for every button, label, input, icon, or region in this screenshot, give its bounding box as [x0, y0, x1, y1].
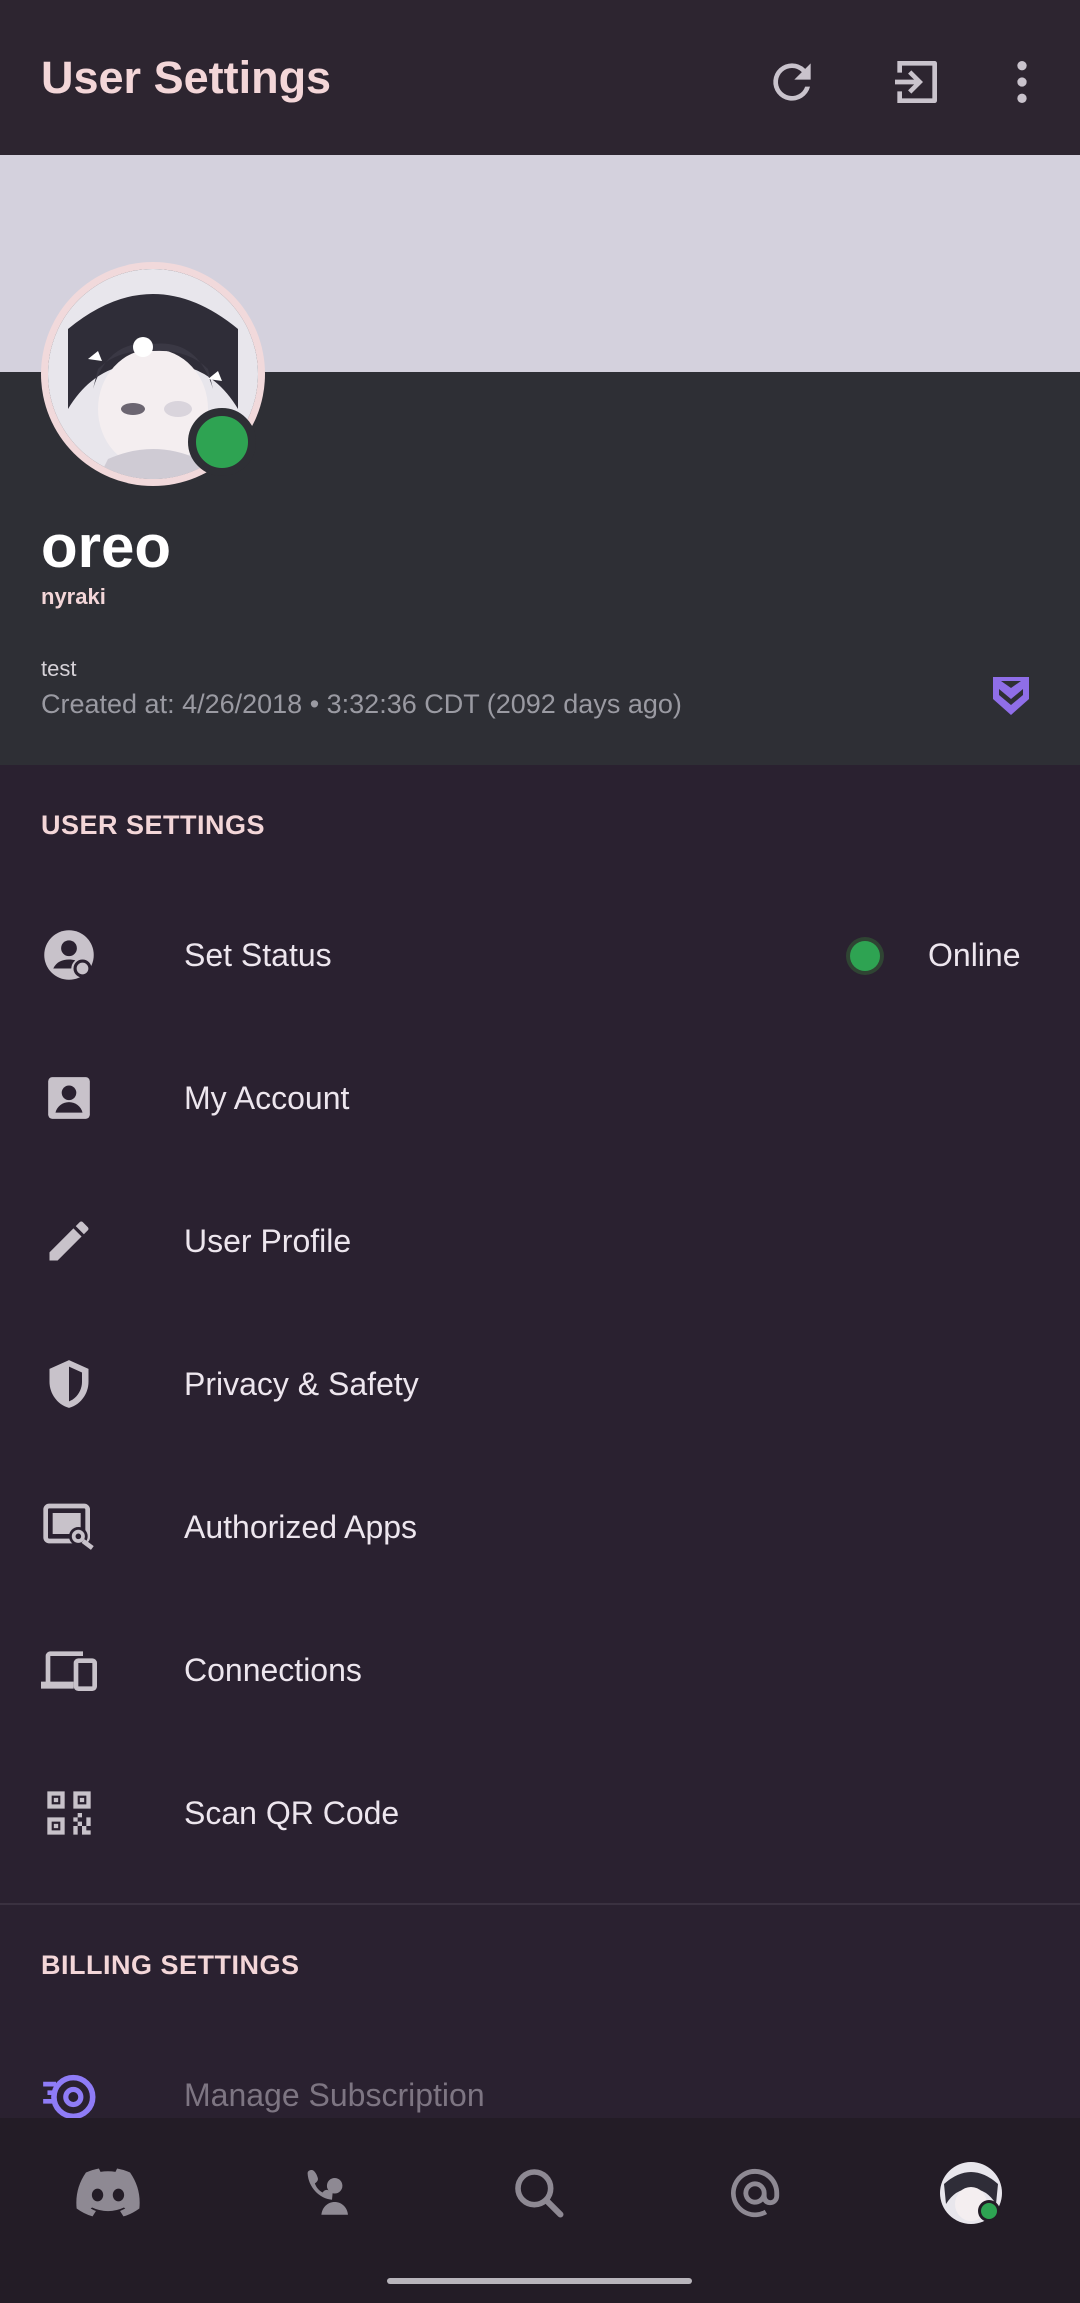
- connections-row[interactable]: Connections: [0, 1598, 1080, 1741]
- connections-label: Connections: [184, 1652, 362, 1688]
- bio-text: test: [41, 656, 77, 681]
- profile-avatar[interactable]: [936, 2158, 1006, 2228]
- online-status-indicator: [188, 408, 256, 476]
- more-vert-icon[interactable]: [990, 50, 1054, 114]
- app-header: User Settings: [0, 0, 1080, 155]
- home-indicator[interactable]: [387, 2278, 692, 2284]
- manage-subscription-label: Manage Subscription: [184, 2077, 485, 2113]
- mentions-icon[interactable]: [720, 2158, 790, 2228]
- user-profile-row[interactable]: User Profile: [0, 1169, 1080, 1312]
- set-status-row[interactable]: Set Status Online: [0, 883, 1080, 1026]
- display-name: oreo: [41, 513, 172, 580]
- status-value: Online: [928, 937, 1021, 973]
- search-icon[interactable]: [504, 2158, 574, 2228]
- authorized-apps-label: Authorized Apps: [184, 1509, 418, 1545]
- online-dot-icon: [850, 941, 880, 971]
- billing-settings-heading: BILLING SETTINGS: [41, 1950, 300, 1980]
- account-created-text: Created at: 4/26/2018 • 3:32:36 CDT (209…: [41, 689, 682, 719]
- shield-icon: [41, 1356, 97, 1412]
- scan-qr-label: Scan QR Code: [184, 1795, 400, 1831]
- authorized-apps-icon: [41, 1499, 97, 1555]
- account-card-icon: [41, 1070, 97, 1126]
- page-title: User Settings: [41, 52, 332, 103]
- my-account-row[interactable]: My Account: [0, 1026, 1080, 1169]
- pencil-icon: [41, 1213, 97, 1269]
- devices-icon: [41, 1642, 97, 1698]
- privacy-safety-label: Privacy & Safety: [184, 1366, 419, 1402]
- qr-code-icon: [41, 1785, 97, 1841]
- friends-icon[interactable]: [290, 2158, 360, 2228]
- privacy-safety-row[interactable]: Privacy & Safety: [0, 1312, 1080, 1455]
- refresh-icon[interactable]: [760, 50, 824, 114]
- bottom-navigation: [0, 2118, 1080, 2303]
- discord-home-icon[interactable]: [73, 2158, 143, 2228]
- section-divider: [0, 1903, 1080, 1905]
- hypesquad-badge-icon[interactable]: [991, 675, 1031, 719]
- my-account-label: My Account: [184, 1080, 350, 1116]
- scan-qr-row[interactable]: Scan QR Code: [0, 1741, 1080, 1884]
- status-user-icon: [41, 927, 97, 983]
- nitro-icon: [41, 2069, 97, 2125]
- user-settings-heading: USER SETTINGS: [41, 810, 266, 840]
- user-profile-label: User Profile: [184, 1223, 352, 1259]
- logout-icon[interactable]: [884, 50, 948, 114]
- authorized-apps-row[interactable]: Authorized Apps: [0, 1455, 1080, 1598]
- username: nyraki: [41, 584, 106, 609]
- set-status-label: Set Status: [184, 937, 332, 973]
